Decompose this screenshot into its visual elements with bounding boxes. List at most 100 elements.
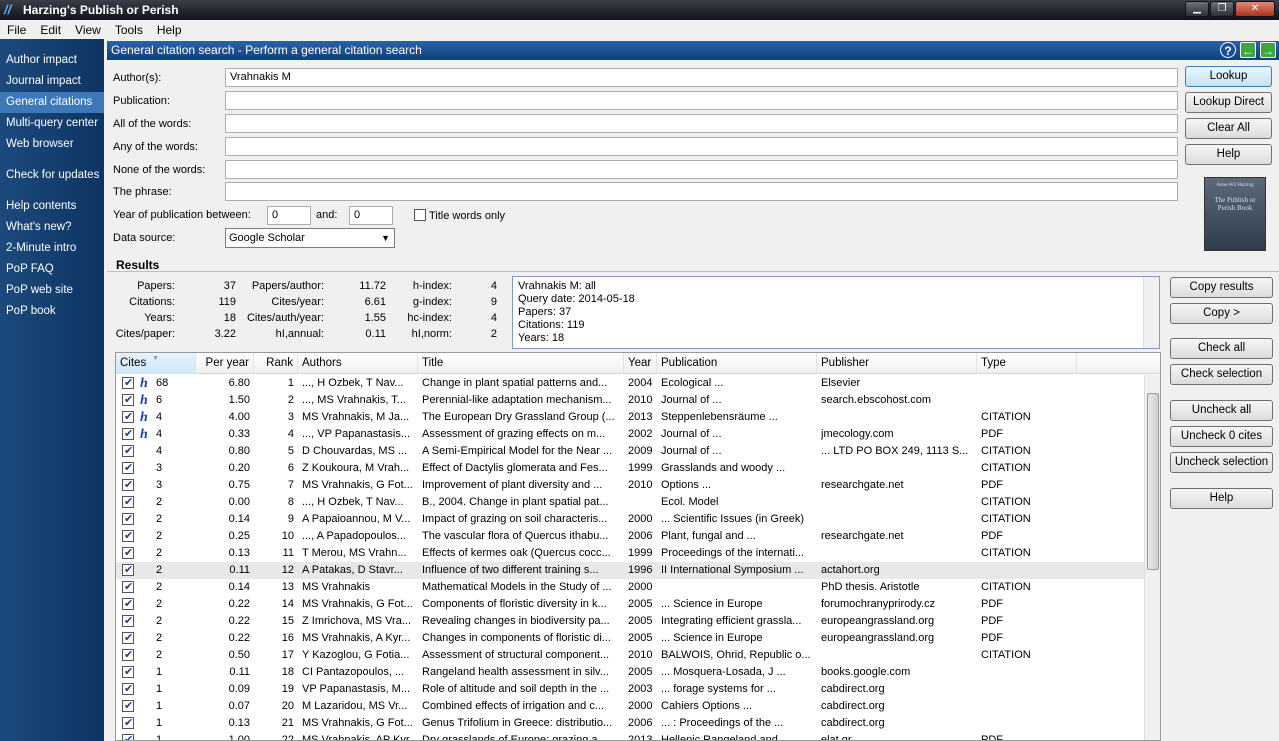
any-words-input[interactable] — [225, 137, 1178, 156]
year-from-input[interactable]: 0 — [267, 206, 311, 225]
sidebar-item-author-impact[interactable]: Author impact — [0, 50, 104, 71]
menu-edit[interactable]: Edit — [33, 23, 68, 37]
sidebar-item-pop-faq[interactable]: PoP FAQ — [0, 259, 104, 280]
uncheck-zero-cites-button[interactable]: Uncheck 0 cites — [1170, 426, 1273, 447]
maximize-button[interactable]: ❐ — [1210, 1, 1234, 17]
all-words-input[interactable] — [225, 114, 1178, 133]
none-words-input[interactable] — [225, 160, 1178, 179]
table-row[interactable]: 3 0.75 7 MS Vrahnakis, G Fot... Improvement … — [116, 477, 1146, 494]
menu-view[interactable]: View — [68, 23, 108, 37]
table-row[interactable]: 1 0.09 19 VP Papanastasis, M... Role of alti… — [116, 681, 1146, 698]
table-row[interactable]: 2 0.13 11 T Merou, MS Vrahn... Effects of ke… — [116, 545, 1146, 562]
help-icon[interactable]: ? — [1220, 42, 1236, 58]
row-checkbox[interactable] — [122, 426, 134, 443]
uncheck-all-button[interactable]: Uncheck all — [1170, 400, 1273, 421]
row-checkbox[interactable] — [122, 664, 134, 681]
table-row[interactable]: 3 0.20 6 Z Koukoura, M Vrah... Effect of Dac… — [116, 460, 1146, 477]
col-header-rank[interactable]: Rank — [254, 353, 298, 374]
row-checkbox[interactable] — [122, 613, 134, 630]
copy-more-button[interactable]: Copy > — [1170, 303, 1273, 324]
table-row[interactable]: 2 0.22 15 Z Imrichova, MS Vra... Revealing c… — [116, 613, 1146, 630]
row-checkbox[interactable] — [122, 460, 134, 477]
table-row[interactable]: 2 0.22 14 MS Vrahnakis, G Fot... Components … — [116, 596, 1146, 613]
table-row[interactable]: h40.334..., VP Papanastasis...Assessment… — [116, 426, 1146, 443]
row-checkbox[interactable] — [122, 596, 134, 613]
back-arrow-icon[interactable]: ← — [1240, 42, 1256, 58]
help-button-2[interactable]: Help — [1170, 488, 1273, 509]
results-notes[interactable]: Vrahnakis M: all Query date: 2014-05-18 … — [512, 276, 1160, 349]
sidebar-item-multi-query-center[interactable]: Multi-query center — [0, 113, 104, 134]
table-row[interactable]: 1 0.13 21 MS Vrahnakis, G Fot... Genus Trifo… — [116, 715, 1146, 732]
col-header-publisher[interactable]: Publisher — [817, 353, 977, 374]
table-scrollbar[interactable] — [1144, 375, 1160, 740]
sidebar-item-2-minute-intro[interactable]: 2-Minute intro — [0, 238, 104, 259]
col-header-publication[interactable]: Publication — [657, 353, 817, 374]
sidebar-item-journal-impact[interactable]: Journal impact — [0, 71, 104, 92]
row-checkbox[interactable] — [122, 494, 134, 511]
col-header-title[interactable]: Title — [418, 353, 624, 374]
authors-input[interactable]: Vrahnakis M — [225, 68, 1178, 87]
row-checkbox[interactable] — [122, 562, 134, 579]
row-checkbox[interactable] — [122, 477, 134, 494]
data-source-select[interactable]: Google Scholar ▼ — [225, 228, 395, 248]
table-row[interactable]: 1 1.00 22 MS Vrahnakis, AP Kyr... Dry grassl… — [116, 732, 1146, 740]
table-row[interactable]: 4 0.80 5 D Chouvardas, MS ... A Semi-Empiric… — [116, 443, 1146, 460]
table-row[interactable]: 2 0.14 9 A Papaioannou, M V... Impact of gra… — [116, 511, 1146, 528]
table-row[interactable]: 2 0.50 17 Y Kazoglou, G Fotia... Assessment … — [116, 647, 1146, 664]
menu-file[interactable]: File — [0, 23, 33, 37]
sidebar-item-check-updates[interactable]: Check for updates — [0, 165, 104, 186]
table-row[interactable]: h4 4.00 3 MS Vrahnakis, M Ja... The European… — [116, 409, 1146, 426]
row-checkbox[interactable] — [122, 545, 134, 562]
sidebar-item-pop-book[interactable]: PoP book — [0, 301, 104, 322]
table-row[interactable]: 2 0.11 12 A Patakas, D Stavr... Influence of… — [116, 562, 1146, 579]
uncheck-selection-button[interactable]: Uncheck selection — [1170, 452, 1273, 473]
year-to-input[interactable]: 0 — [349, 206, 393, 225]
col-header-authors[interactable]: Authors — [298, 353, 418, 374]
table-row[interactable]: h 68 6.80 1 ..., H Ozbek, T Nav... Change in … — [116, 375, 1146, 392]
table-row[interactable]: 1 0.11 18 CI Pantazopoulos, ... Rangeland he… — [116, 664, 1146, 681]
table-row[interactable]: 2 0.14 13 MS Vrahnakis Mathematical Models i… — [116, 579, 1146, 596]
phrase-input[interactable] — [225, 182, 1178, 201]
table-row[interactable]: 2 0.22 16 MS Vrahnakis, A Kyr... Changes in … — [116, 630, 1146, 647]
row-checkbox[interactable] — [122, 698, 134, 715]
col-header-cites[interactable]: ▼ Cites — [116, 353, 196, 374]
lookup-direct-button[interactable]: Lookup Direct — [1185, 92, 1272, 113]
sidebar-item-pop-web-site[interactable]: PoP web site — [0, 280, 104, 301]
menu-help[interactable]: Help — [150, 23, 189, 37]
pop-book-cover[interactable]: Anne-Wil Harzing The Publish or Perish B… — [1204, 177, 1266, 251]
help-button[interactable]: Help — [1185, 144, 1272, 165]
table-row[interactable]: h6 1.50 2 ..., MS Vrahnakis, T... Perennial-… — [116, 392, 1146, 409]
title-only-checkbox[interactable] — [414, 209, 426, 221]
table-row[interactable]: 2 0.00 8 ..., H Ozbek, T Nav... B., 2004. Ch… — [116, 494, 1146, 511]
col-header-type[interactable]: Type — [977, 353, 1077, 374]
row-checkbox[interactable] — [122, 392, 134, 409]
row-checkbox[interactable] — [122, 715, 134, 732]
row-checkbox[interactable] — [122, 630, 134, 647]
table-row[interactable]: 2 0.25 10 ..., A Papadopoulos... The vascula… — [116, 528, 1146, 545]
row-checkbox[interactable] — [122, 375, 134, 392]
copy-results-button[interactable]: Copy results — [1170, 277, 1273, 298]
check-selection-button[interactable]: Check selection — [1170, 364, 1273, 385]
clear-all-button[interactable]: Clear All — [1185, 118, 1272, 139]
publication-input[interactable] — [225, 91, 1178, 110]
row-checkbox[interactable] — [122, 579, 134, 596]
sidebar-item-general-citations[interactable]: General citations — [0, 92, 104, 113]
row-checkbox[interactable] — [122, 647, 134, 664]
check-all-button[interactable]: Check all — [1170, 338, 1273, 359]
lookup-button[interactable]: Lookup — [1185, 66, 1272, 87]
close-button[interactable]: ✕ — [1235, 1, 1275, 17]
row-checkbox[interactable] — [122, 528, 134, 545]
menu-tools[interactable]: Tools — [108, 23, 150, 37]
notes-scrollbar[interactable] — [1143, 277, 1159, 348]
minimize-button[interactable]: ▁ — [1185, 1, 1209, 17]
row-checkbox[interactable] — [122, 511, 134, 528]
sidebar-item-whats-new[interactable]: What's new? — [0, 217, 104, 238]
row-checkbox[interactable] — [122, 409, 134, 426]
row-checkbox[interactable] — [122, 681, 134, 698]
sidebar-item-help-contents[interactable]: Help contents — [0, 196, 104, 217]
row-checkbox[interactable] — [122, 732, 134, 740]
table-row[interactable]: 1 0.07 20 M Lazaridou, MS Vr... Combined eff… — [116, 698, 1146, 715]
row-checkbox[interactable] — [122, 443, 134, 460]
scrollbar-thumb[interactable] — [1147, 393, 1159, 570]
col-header-year[interactable]: Year — [624, 353, 657, 374]
